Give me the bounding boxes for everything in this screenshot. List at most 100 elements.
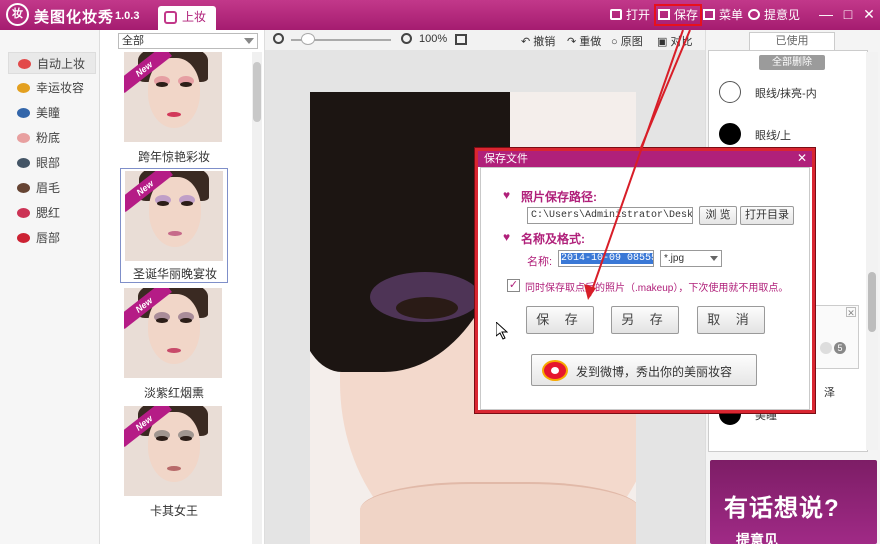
nav-item-0[interactable]: 自动上妆	[8, 52, 96, 74]
template-scroll-thumb[interactable]	[253, 62, 261, 122]
thumb-lip	[167, 348, 181, 353]
nav-item-6[interactable]: 腮红	[8, 202, 96, 224]
feedback-banner[interactable]: 有话想说? 提意见	[710, 460, 877, 544]
chevron-down-icon	[244, 38, 254, 44]
compare-label: 对比	[670, 36, 693, 48]
zoom-slider-handle[interactable]	[301, 33, 315, 45]
thumb-eye	[156, 436, 168, 441]
thumb-eye	[156, 82, 168, 87]
dialog-close-button[interactable]: ✕	[796, 151, 808, 167]
color-swatch	[719, 81, 741, 103]
save-makeup-checkbox[interactable]: ✓	[507, 279, 520, 292]
compact-icon	[17, 133, 30, 143]
heart-icon	[18, 59, 31, 69]
nav-item-4[interactable]: 眼部	[8, 152, 96, 174]
open-directory-button[interactable]: 打开目录	[740, 206, 794, 225]
save-label: 保存	[674, 8, 699, 22]
thumb-eye	[157, 201, 169, 206]
used-scrollbar[interactable]	[866, 52, 878, 450]
nav-item-label: 眉毛	[36, 181, 61, 195]
menu-icon	[703, 9, 715, 20]
template-label: 圣诞华丽晚宴妆	[132, 267, 217, 281]
template-item[interactable]: New 淡紫红烟熏	[120, 286, 228, 401]
nav-item-label: 腮红	[36, 206, 61, 220]
template-item[interactable]: New 圣诞华丽晚宴妆	[120, 168, 228, 283]
tab-makeup[interactable]: 上妆	[158, 6, 216, 30]
compare-button[interactable]: ▣ 对比	[657, 33, 692, 49]
intensity-dot[interactable]	[820, 342, 832, 354]
template-thumbnail: New	[124, 52, 222, 142]
redo-button[interactable]: ↷ 重做	[567, 33, 601, 49]
minimize-button[interactable]: —	[818, 5, 834, 23]
app-logo: 妆	[6, 3, 29, 26]
open-button[interactable]: 打开	[610, 6, 650, 24]
used-effect-label: 眼线/抹亮-内	[755, 88, 817, 100]
thumb-lip	[167, 466, 181, 471]
eye-icon	[17, 108, 30, 118]
card-label-fragment: 泽	[824, 387, 835, 399]
browse-button[interactable]: 浏 览	[699, 206, 737, 225]
zoom-level: 100%	[419, 33, 448, 45]
nav-item-7[interactable]: 唇部	[8, 227, 96, 249]
template-scrollbar[interactable]	[252, 52, 262, 544]
template-filter-value: 全部	[122, 35, 144, 47]
nav-item-label: 唇部	[36, 231, 61, 245]
template-filter-select[interactable]: 全部	[118, 33, 258, 49]
feedback-label: 提意见	[764, 8, 801, 22]
tab-used[interactable]: 已使用	[749, 32, 835, 50]
used-scroll-thumb[interactable]	[868, 272, 876, 332]
fit-screen-icon[interactable]	[455, 34, 467, 45]
save-icon	[658, 9, 670, 20]
thumb-eye	[156, 318, 168, 323]
canvas-toolbar: 100% ↶ 撤销 ↷ 重做 ○ 原图 ▣ 对比	[265, 30, 705, 50]
crown-icon	[17, 83, 30, 93]
template-list: 全部 New 跨年惊艳彩妆 New 圣诞华丽晚宴妆 New 淡紫红烟熏 New 卡其女王	[100, 30, 265, 544]
close-button[interactable]: ✕	[861, 5, 877, 23]
undo-button[interactable]: ↶ 撤销	[521, 33, 555, 49]
intensity-value: 5	[834, 342, 846, 354]
dialog-save-button[interactable]: 保 存	[526, 306, 594, 334]
app-name: 美图化妆秀	[34, 9, 115, 26]
nav-item-1[interactable]: 幸运妆容	[8, 77, 96, 99]
name-format-heading: ♥ 名称及格式:	[503, 230, 585, 247]
save-makeup-label: 同时保存取点后的照片（.makeup），下次使用就不用取点。	[525, 283, 789, 294]
app-version: 1.0.3	[115, 10, 140, 22]
original-button[interactable]: ○ 原图	[611, 33, 643, 49]
makeup-tab-icon	[164, 11, 177, 24]
nav-item-5[interactable]: 眉毛	[8, 177, 96, 199]
template-thumbnail: New	[125, 171, 223, 261]
heart-icon: ♥	[503, 188, 511, 202]
cancel-button[interactable]: 取 消	[697, 306, 765, 334]
thumb-eye	[180, 82, 192, 87]
format-select[interactable]: *.jpg	[660, 250, 722, 267]
menu-button[interactable]: 菜单	[703, 6, 743, 24]
nav-item-3[interactable]: 粉底	[8, 127, 96, 149]
share-weibo-button[interactable]: 发到微博，秀出你的美丽妆容	[531, 354, 757, 386]
template-item[interactable]: New 卡其女王	[120, 404, 228, 519]
nav-item-label: 眼部	[36, 156, 61, 170]
maximize-button[interactable]: □	[840, 5, 856, 23]
file-name-input[interactable]: 2014-10-09 08555422	[558, 250, 654, 267]
feedback-button[interactable]: 提意见	[748, 6, 800, 24]
lips-icon	[17, 233, 30, 243]
name-label: 名称:	[527, 256, 553, 268]
template-label: 淡紫红烟熏	[143, 386, 204, 400]
save-as-button[interactable]: 另 存	[611, 306, 679, 334]
save-path-heading-text: 照片保存路径:	[521, 190, 597, 204]
nav-item-label: 美瞳	[36, 106, 61, 120]
zoom-in-icon[interactable]	[401, 33, 412, 44]
card-close-icon[interactable]: ✕	[846, 307, 856, 318]
clear-all-button[interactable]: 全部删除	[759, 55, 825, 70]
undo-label: 撤销	[533, 36, 556, 48]
nav-item-label: 粉底	[36, 131, 61, 145]
thumb-eye	[181, 201, 193, 206]
nav-item-2[interactable]: 美瞳	[8, 102, 96, 124]
template-label: 跨年惊艳彩妆	[137, 150, 210, 164]
thumb-lip	[167, 112, 181, 117]
zoom-out-icon[interactable]	[273, 33, 284, 44]
save-file-dialog: 保存文件 ✕ ♥ 照片保存路径: C:\Users\Administrator\…	[475, 148, 815, 413]
template-item[interactable]: New 跨年惊艳彩妆	[120, 50, 228, 165]
save-button[interactable]: 保存	[654, 4, 703, 26]
save-path-input[interactable]: C:\Users\Administrator\Desktop	[527, 207, 693, 224]
banner-subtitle: 提意见	[736, 532, 778, 544]
